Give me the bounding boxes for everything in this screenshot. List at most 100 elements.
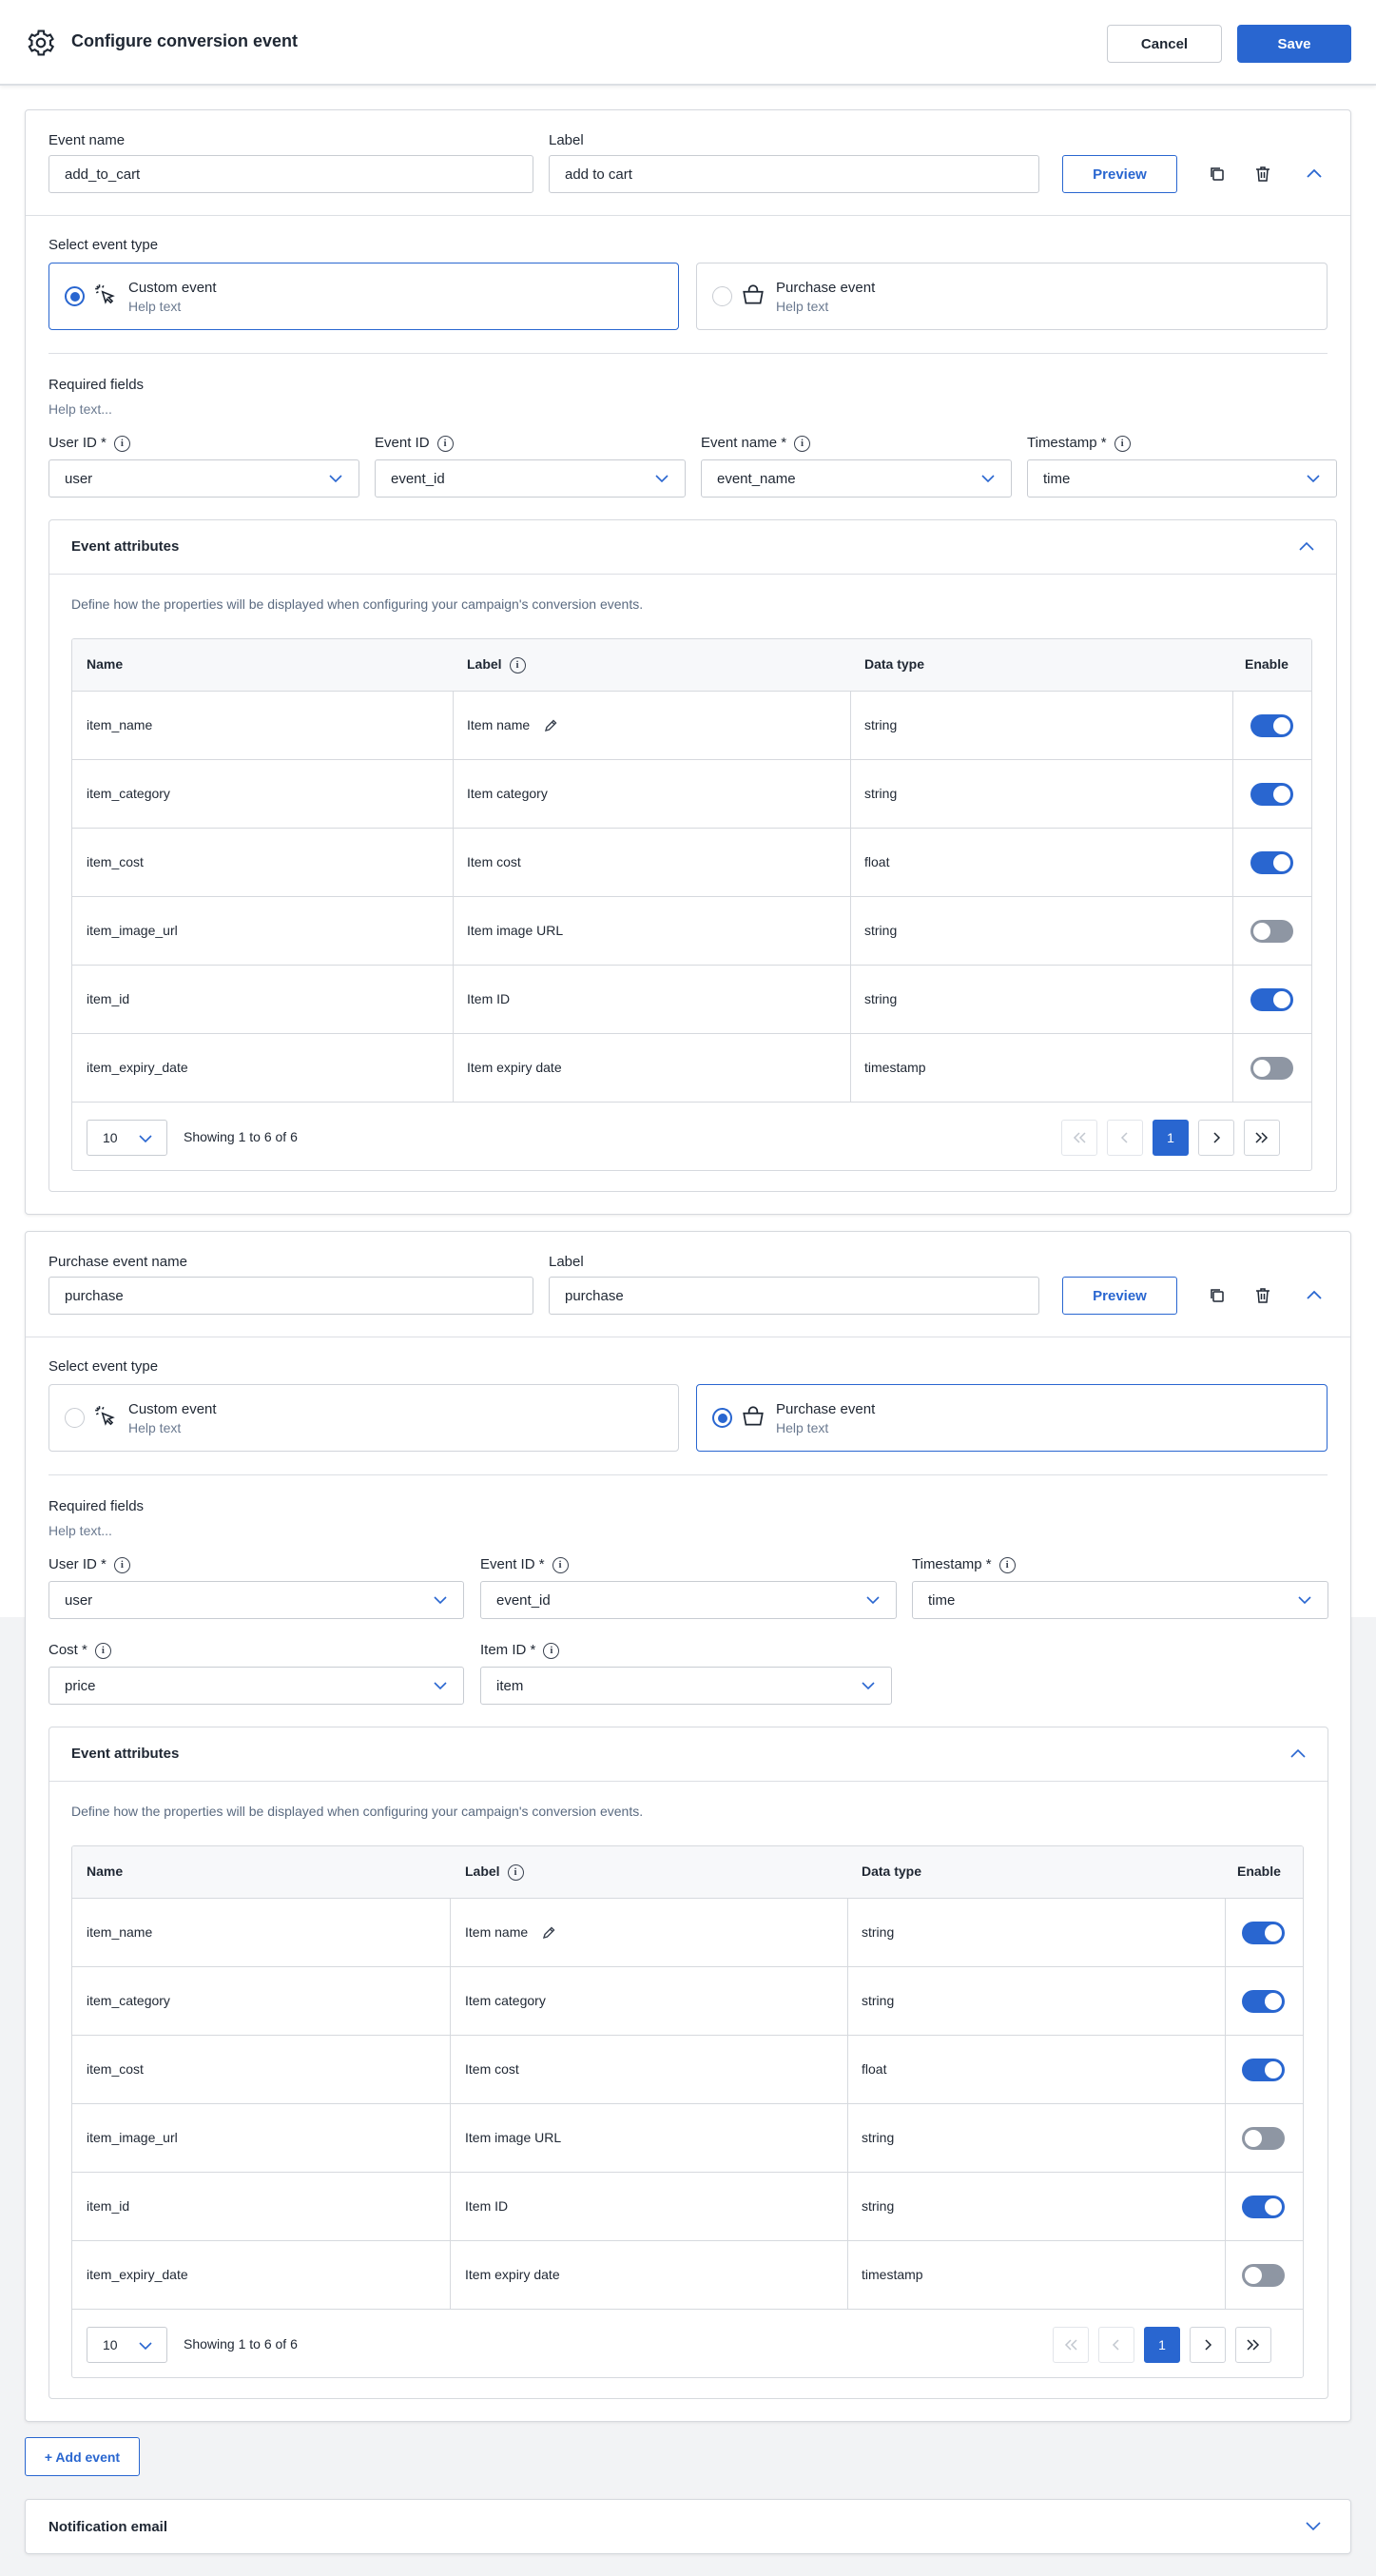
purchase-event-option[interactable]: Purchase event Help text [696, 1384, 1328, 1452]
item-id-select[interactable]: item [480, 1667, 892, 1705]
timestamp-label: Timestamp * i [912, 1556, 1016, 1573]
col-data-type: Data type [864, 656, 925, 672]
attr-type: float [862, 2061, 887, 2077]
event-attributes-header[interactable]: Event attributes [49, 520, 1336, 575]
table-row: item_cost Item cost float [72, 2036, 1303, 2104]
info-icon[interactable]: i [113, 435, 130, 452]
custom-event-option[interactable]: Custom event Help text [48, 1384, 679, 1452]
info-icon[interactable]: i [543, 1642, 560, 1659]
next-page-button[interactable] [1190, 2327, 1226, 2363]
notification-email-panel[interactable]: Notification email [25, 2499, 1351, 2554]
attr-label[interactable]: Item name [465, 1924, 556, 1941]
attr-label: Item image URL [467, 923, 564, 938]
timestamp-select[interactable]: time [912, 1581, 1328, 1619]
attr-label[interactable]: Item name [467, 717, 558, 733]
enable-toggle[interactable] [1250, 920, 1293, 943]
purchase-event-radio[interactable] [712, 286, 732, 306]
purchase-label-label: Label [549, 1254, 584, 1270]
purchase-label-input[interactable]: purchase [549, 1277, 1039, 1315]
event-attributes-panel: Event attributes Define how the properti… [48, 1727, 1328, 2399]
attr-label: Item ID [465, 2198, 509, 2214]
info-icon[interactable]: i [509, 656, 526, 673]
table-row: item_id Item ID string [72, 2173, 1303, 2241]
user-id-select[interactable]: user [48, 1581, 464, 1619]
last-page-button[interactable] [1244, 1120, 1280, 1156]
pencil-icon[interactable] [541, 1925, 556, 1941]
enable-toggle[interactable] [1250, 851, 1293, 874]
purchase-event-title: Purchase event [776, 280, 876, 296]
info-icon[interactable]: i [113, 1556, 130, 1573]
page-1-button[interactable]: 1 [1153, 1120, 1189, 1156]
enable-toggle[interactable] [1242, 2127, 1285, 2150]
enable-toggle[interactable] [1242, 2059, 1285, 2081]
page-size-select[interactable]: 10 [87, 2327, 167, 2363]
preview-button[interactable]: Preview [1062, 155, 1177, 193]
table-row: item_cost Item cost float [72, 829, 1311, 897]
page-1-button[interactable]: 1 [1144, 2327, 1180, 2363]
info-icon[interactable]: i [1114, 435, 1131, 452]
preview-button[interactable]: Preview [1062, 1277, 1177, 1315]
table-header: Name Label i Data type Enable [72, 639, 1311, 692]
custom-event-radio[interactable] [65, 1408, 85, 1428]
cancel-button[interactable]: Cancel [1107, 25, 1222, 63]
info-icon[interactable]: i [436, 435, 454, 452]
event-attributes-header[interactable]: Event attributes [49, 1727, 1328, 1782]
timestamp-select[interactable]: time [1027, 459, 1337, 498]
purchase-event-radio[interactable] [712, 1408, 732, 1428]
enable-toggle[interactable] [1242, 2195, 1285, 2218]
enable-toggle[interactable] [1242, 2264, 1285, 2287]
chevron-up-icon[interactable] [1305, 165, 1324, 184]
event-id-select[interactable]: event_id [480, 1581, 897, 1619]
required-fields-title: Required fields [48, 377, 145, 393]
event-attributes-description: Define how the properties will be displa… [71, 1804, 644, 1819]
enable-toggle[interactable] [1242, 1990, 1285, 2013]
event-label-input[interactable]: add to cart [549, 155, 1039, 193]
prev-page-button[interactable] [1107, 1120, 1143, 1156]
page-size-select[interactable]: 10 [87, 1120, 167, 1156]
shopping-bag-icon [743, 1406, 764, 1426]
info-icon[interactable]: i [794, 435, 811, 452]
enable-toggle[interactable] [1250, 714, 1293, 737]
shopping-bag-icon [743, 284, 764, 304]
info-icon[interactable]: i [94, 1642, 111, 1659]
user-id-select[interactable]: user [48, 459, 359, 498]
enable-toggle[interactable] [1250, 988, 1293, 1011]
timestamp-label: Timestamp * i [1027, 435, 1131, 452]
add-event-button[interactable]: + Add event [25, 2437, 140, 2476]
info-icon[interactable]: i [998, 1556, 1016, 1573]
next-page-button[interactable] [1198, 1120, 1234, 1156]
info-icon[interactable]: i [552, 1556, 569, 1573]
enable-toggle[interactable] [1242, 1922, 1285, 1944]
event-id-label: Event ID * i [480, 1556, 569, 1573]
event-name-input[interactable]: add_to_cart [48, 155, 533, 193]
attr-label: Item expiry date [467, 1060, 562, 1075]
purchase-event-name-input[interactable]: purchase [48, 1277, 533, 1315]
trash-icon[interactable] [1253, 1286, 1272, 1305]
copy-icon[interactable] [1208, 165, 1227, 184]
attr-label: Item cost [465, 2061, 519, 2077]
next-page-icon [1213, 1132, 1221, 1143]
attr-type: string [862, 1924, 895, 1940]
event-id-select[interactable]: event_id [375, 459, 686, 498]
info-icon[interactable]: i [507, 1864, 524, 1881]
table-header: Name Label i Data type Enable [72, 1846, 1303, 1899]
enable-toggle[interactable] [1250, 1057, 1293, 1080]
first-page-button[interactable] [1053, 2327, 1089, 2363]
purchase-event-option[interactable]: Purchase event Help text [696, 263, 1328, 330]
pencil-icon[interactable] [543, 718, 558, 733]
chevron-up-icon[interactable] [1289, 1747, 1307, 1760]
chevron-up-icon[interactable] [1305, 1286, 1324, 1305]
prev-page-button[interactable] [1098, 2327, 1134, 2363]
last-page-button[interactable] [1235, 2327, 1271, 2363]
trash-icon[interactable] [1253, 165, 1272, 184]
save-button[interactable]: Save [1237, 25, 1351, 63]
custom-event-option[interactable]: Custom event Help text [48, 263, 679, 330]
chevron-up-icon[interactable] [1298, 539, 1315, 553]
first-page-button[interactable] [1061, 1120, 1097, 1156]
copy-icon[interactable] [1208, 1286, 1227, 1305]
chevron-down-icon[interactable] [1305, 2520, 1322, 2533]
custom-event-radio[interactable] [65, 286, 85, 306]
cost-select[interactable]: price [48, 1667, 464, 1705]
event-name-select[interactable]: event_name [701, 459, 1012, 498]
enable-toggle[interactable] [1250, 783, 1293, 806]
